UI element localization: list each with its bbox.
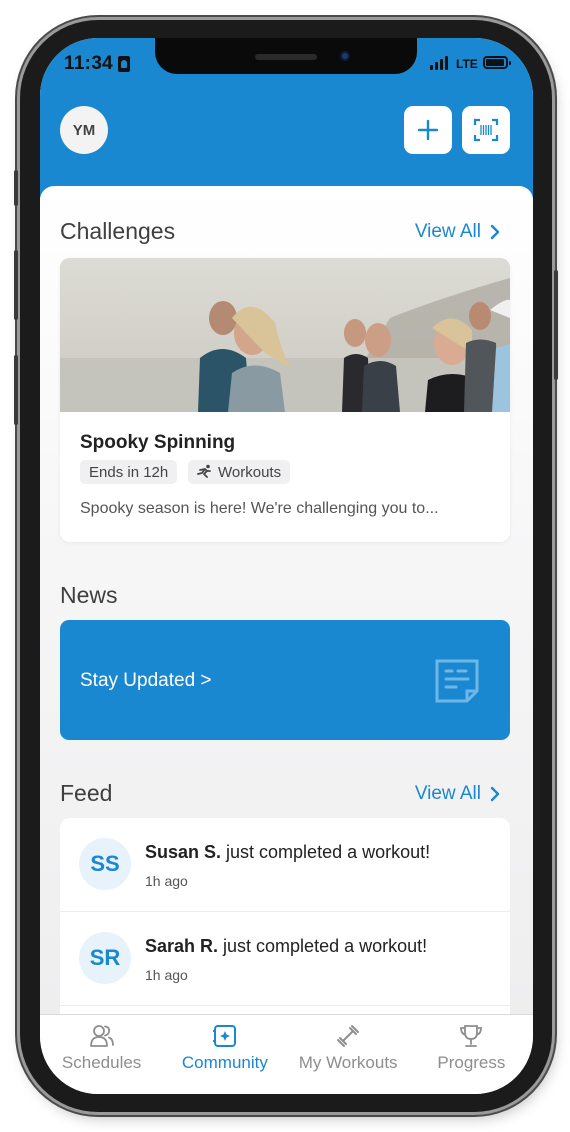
challenge-title: Spooky Spinning <box>80 432 236 453</box>
tab-bar: Schedules Community My Workouts Progress <box>40 1014 533 1094</box>
feed-user-name: Sarah R. <box>145 936 219 956</box>
challenge-ends-badge: Ends in 12h <box>80 460 178 484</box>
challenge-image <box>60 258 510 412</box>
power-button <box>554 270 558 380</box>
signal-icon <box>430 56 448 70</box>
app-header: 11:34 LTE YM <box>40 38 533 198</box>
community-icon <box>212 1025 236 1047</box>
challenge-card[interactable]: Spooky Spinning Ends in 12h Workouts Spo… <box>60 258 510 542</box>
notch <box>155 38 417 74</box>
network-label: LTE <box>456 57 478 71</box>
feed-item[interactable]: SR Sarah R. just completed a workout! 1h… <box>60 912 510 1006</box>
sim-card-icon <box>118 56 130 72</box>
scan-button[interactable] <box>462 106 510 154</box>
plus-icon <box>417 119 439 141</box>
view-all-label: View All <box>414 783 481 804</box>
feed-timestamp: 1h ago <box>145 967 188 983</box>
note-icon <box>435 659 479 703</box>
challenge-category-badge: Workouts <box>188 460 291 484</box>
status-time: 11:34 <box>64 53 114 74</box>
speaker <box>255 54 317 60</box>
tab-progress[interactable]: Progress <box>410 1015 533 1094</box>
dumbbell-icon <box>337 1025 360 1047</box>
news-banner-label: Stay Updated > <box>80 670 212 691</box>
feed-message: Sarah R. just completed a workout! <box>145 936 427 957</box>
chevron-right-icon <box>490 224 500 240</box>
challenge-description: Spooky season is here! We're challenging… <box>80 500 439 517</box>
feed-avatar: SS <box>79 838 131 890</box>
volume-down-button <box>14 355 18 425</box>
tab-my-workouts[interactable]: My Workouts <box>287 1015 410 1094</box>
volume-up-button <box>14 250 18 320</box>
feed-view-all-link[interactable]: View All <box>415 783 501 805</box>
trophy-icon <box>460 1025 483 1047</box>
running-group-photo <box>60 258 510 412</box>
main-content: Challenges View All Spooky Spinning Ends… <box>40 186 533 1038</box>
tab-label: Progress <box>437 1053 506 1072</box>
camera <box>340 51 350 61</box>
ends-label: Ends in 12h <box>89 463 169 481</box>
challenges-view-all-link[interactable]: View All <box>415 221 501 243</box>
feed-action: just completed a workout! <box>218 936 428 956</box>
battery-icon <box>483 56 511 69</box>
tab-community[interactable]: Community <box>163 1015 286 1094</box>
running-icon <box>197 464 211 478</box>
feed-title: Feed <box>60 780 113 806</box>
tab-label: My Workouts <box>298 1053 398 1072</box>
category-label: Workouts <box>218 463 282 481</box>
feed-action: just completed a workout! <box>221 842 431 862</box>
news-title: News <box>60 582 118 608</box>
tab-label: Community <box>181 1053 268 1072</box>
add-button[interactable] <box>404 106 452 154</box>
feed-avatar: SR <box>79 932 131 984</box>
chevron-right-icon <box>490 786 500 802</box>
view-all-label: View All <box>414 221 481 242</box>
feed-user-name: Susan S. <box>145 842 222 862</box>
feed-item[interactable]: SS Susan S. just completed a workout! 1h… <box>60 818 510 912</box>
people-icon <box>89 1025 114 1047</box>
app-screen: 11:34 LTE YM Challenges View All Spooky … <box>40 38 533 1094</box>
feed-timestamp: 1h ago <box>145 873 188 889</box>
tab-label: Schedules <box>61 1053 142 1072</box>
feed-message: Susan S. just completed a workout! <box>145 842 430 863</box>
challenges-title: Challenges <box>60 218 176 244</box>
feed-list: SS Susan S. just completed a workout! 1h… <box>60 818 510 1038</box>
user-avatar[interactable]: YM <box>60 106 108 154</box>
silent-switch <box>14 170 18 206</box>
barcode-scan-icon <box>473 118 499 142</box>
tab-schedules[interactable]: Schedules <box>40 1015 163 1094</box>
news-banner[interactable]: Stay Updated > <box>60 620 510 740</box>
